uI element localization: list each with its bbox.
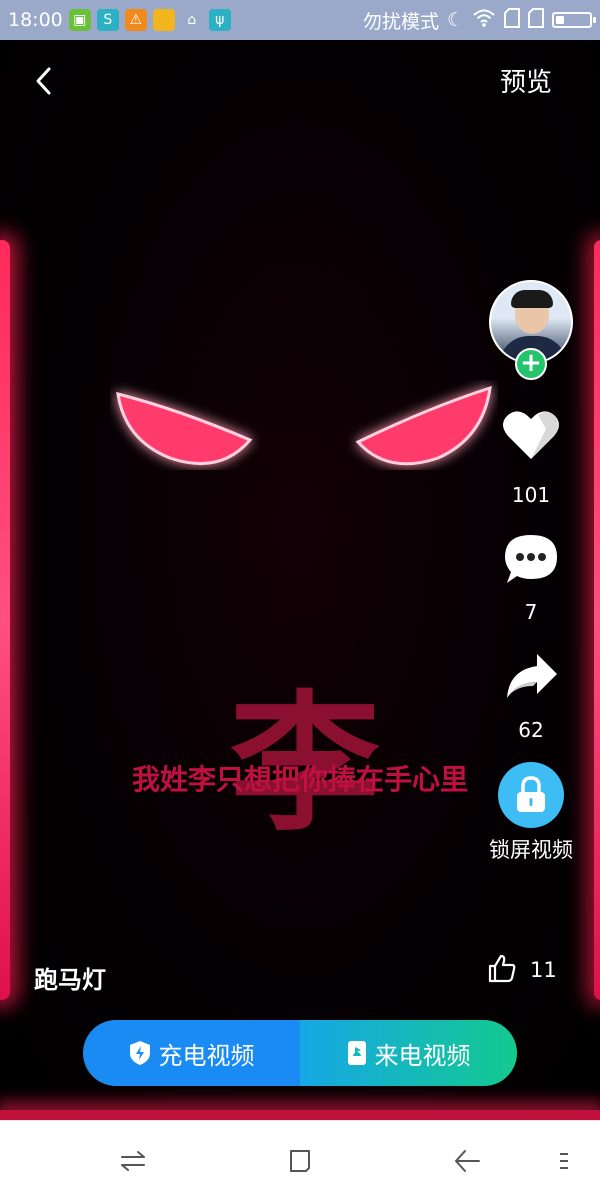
folder-icon — [152, 9, 175, 31]
lock-icon — [517, 776, 545, 812]
swap-arrows-icon — [121, 1151, 145, 1171]
neon-border-bottom — [0, 1110, 600, 1120]
like-count: 101 — [511, 483, 551, 507]
wifi-icon — [472, 8, 496, 33]
thumbs-up-icon — [488, 954, 516, 983]
share-count: 62 — [518, 718, 544, 742]
comment-button[interactable] — [500, 528, 562, 590]
back-button[interactable] — [28, 58, 58, 104]
system-nav-bar — [0, 1120, 600, 1200]
thumbs-up-button[interactable] — [487, 953, 519, 985]
charge-video-button[interactable]: 充电视频 — [83, 1020, 300, 1086]
home-square-icon — [290, 1150, 310, 1172]
moon-icon: ☾ — [446, 9, 464, 31]
video-title: 跑马灯 — [34, 966, 106, 994]
switch-apps-button[interactable] — [117, 1145, 149, 1177]
call-video-button[interactable]: 来电视频 — [300, 1020, 517, 1086]
battery-icon — [552, 12, 596, 28]
like-button[interactable] — [500, 404, 562, 466]
usb-icon: ψ — [208, 9, 231, 31]
brush-icon: ⌂ — [187, 12, 197, 28]
charge-video-label: 充电视频 — [158, 1041, 255, 1070]
dnd-mode-text: 勿扰模式 — [362, 10, 439, 33]
share-arrow-icon — [507, 654, 557, 698]
home-button[interactable] — [284, 1145, 316, 1177]
left-eye-graphic — [116, 391, 253, 466]
set-video-action-bar: 充电视频 来电视频 — [83, 1020, 517, 1086]
back-nav-button[interactable] — [451, 1145, 483, 1177]
comment-count: 7 — [524, 600, 538, 624]
store-notification-icon: ▣ — [68, 9, 91, 31]
follow-button[interactable]: + — [515, 348, 547, 380]
right-eye-graphic — [355, 385, 492, 466]
menu-lines-icon — [560, 1153, 568, 1169]
heart-icon — [503, 411, 559, 459]
comment-bubble-icon — [505, 535, 557, 583]
menu-button[interactable] — [552, 1145, 576, 1177]
lock-screen-video-button[interactable] — [498, 762, 564, 828]
preview-button[interactable]: 预览 — [500, 62, 552, 99]
charge-shield-icon — [129, 1041, 150, 1065]
call-video-label: 来电视频 — [374, 1041, 471, 1070]
share-button[interactable] — [500, 646, 562, 708]
status-time: 18:00 — [8, 9, 63, 31]
sim2-icon — [528, 7, 544, 33]
neon-border-left — [0, 240, 10, 1000]
chevron-left-icon — [36, 67, 51, 95]
neon-border-right — [594, 240, 600, 1000]
warning-icon: ⚠ — [124, 9, 147, 31]
thumbs-up-count: 11 — [530, 958, 557, 982]
call-video-icon — [347, 1041, 366, 1065]
sim1-icon — [504, 7, 520, 33]
lock-screen-video-label: 锁屏视频 — [489, 838, 573, 862]
back-arrow-icon — [455, 1150, 480, 1172]
status-bar: 18:00 ▣ S ⚠ ⌂ ψ 勿扰模式 ☾ — [0, 0, 600, 40]
app-notification-icon: S — [96, 9, 119, 31]
